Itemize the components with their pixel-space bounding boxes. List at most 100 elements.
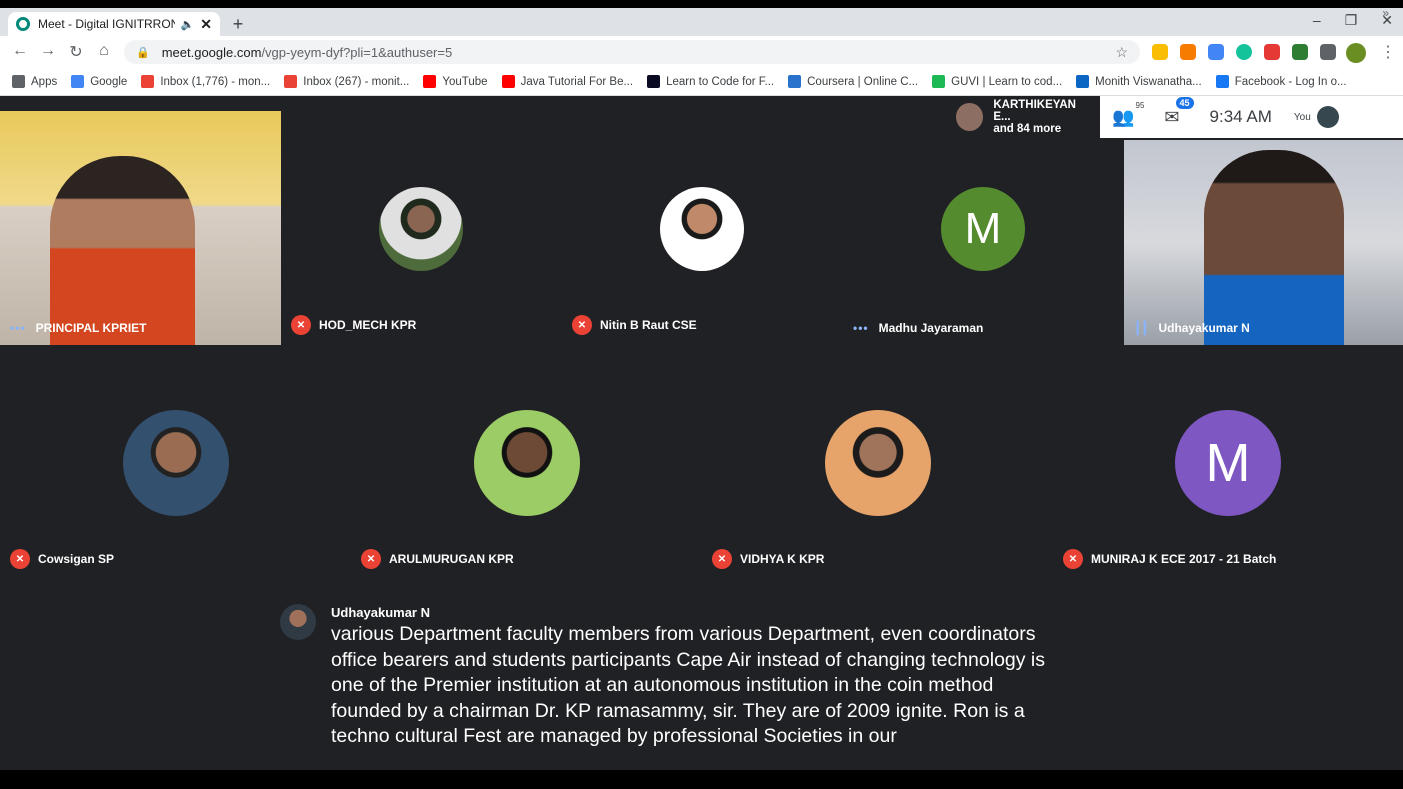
participant-letter-avatar: M (1175, 410, 1281, 516)
reload-icon[interactable]: ↻ (66, 42, 86, 62)
profile-avatar[interactable] (1346, 43, 1366, 63)
self-avatar[interactable] (1316, 106, 1339, 128)
caption-line: founded by a chairman Dr. KP ramasammy, … (331, 699, 1025, 722)
bookmark-item[interactable]: Coursera | Online C... (788, 75, 918, 88)
participant-name: VIDHYA K KPR (740, 552, 825, 566)
bookmark-label: Coursera | Online C... (807, 75, 919, 88)
presenter-avatar (956, 103, 984, 131)
caption-line: various Department faculty members from … (331, 623, 1036, 645)
participant-tile[interactable]: ┃┃ Udhayakumar N (1124, 140, 1403, 345)
participant-photo (660, 187, 744, 271)
participant-tile[interactable]: ✕ HOD_MECH KPR (281, 111, 562, 345)
forward-icon[interactable]: → (38, 42, 58, 60)
caption-speaker-avatar (280, 604, 316, 640)
participant-name: Cowsigan SP (38, 552, 115, 566)
participant-photo (123, 410, 229, 516)
participant-name: ARULMURUGAN KPR (389, 552, 514, 566)
presenter-chip[interactable]: KARTHIKEYAN E... and 84 more (950, 96, 1100, 138)
audio-playing-icon[interactable]: 🔈 (181, 18, 195, 31)
address-bar[interactable]: 🔒 meet.google.com/vgp-yeym-dyf?pli=1&aut… (124, 40, 1140, 64)
translate-extension-icon[interactable] (1208, 44, 1224, 60)
bookmark-label: Facebook - Log In o... (1234, 75, 1347, 88)
close-tab-icon[interactable]: ✕ (200, 16, 212, 33)
mic-off-icon: ✕ (10, 549, 30, 569)
participant-video (1204, 150, 1344, 345)
participant-tile[interactable]: ••• PRINCIPAL KPRIET (0, 111, 281, 345)
restore-icon[interactable]: ❐ (1345, 12, 1358, 29)
bookmark-item[interactable]: Google (71, 75, 127, 88)
chat-badge: 45 (1175, 96, 1194, 109)
bookmark-item[interactable]: Apps (12, 75, 57, 88)
presenter-name: KARTHIKEYAN E... (993, 99, 1076, 123)
bookmark-item[interactable]: Inbox (267) - monit... (284, 75, 409, 88)
home-icon[interactable]: ⌂ (94, 42, 114, 60)
people-icon[interactable]: 👥 95 (1112, 101, 1144, 128)
drive-extension-icon[interactable] (1152, 44, 1168, 60)
people-count: 95 (1135, 100, 1145, 110)
you-label: You (1293, 111, 1311, 123)
tab-strip: Meet - Digital IGNITRRON 2( 🔈 ✕ + – ❐ ✕ (0, 8, 1403, 36)
participant-name: MUNIRAJ K ECE 2017 - 21 Batch (1091, 552, 1277, 566)
bookmark-item[interactable]: Inbox (1,776) - mon... (141, 75, 270, 88)
mic-off-icon: ✕ (572, 315, 592, 335)
participant-nameplate: ✕ VIDHYA K KPR (712, 549, 824, 569)
participant-nameplate: ✕ Nitin B Raut CSE (572, 315, 697, 335)
bookmark-item[interactable]: Learn to Code for F... (647, 75, 774, 88)
participant-tile[interactable]: ✕ Cowsigan SP (0, 345, 351, 579)
extensions-puzzle-icon[interactable] (1320, 44, 1336, 60)
participant-tile[interactable]: ✕ Nitin B Raut CSE (562, 111, 843, 345)
youtube-icon (423, 75, 437, 88)
bookmark-item[interactable]: YouTube (423, 75, 488, 88)
participant-photo (474, 410, 580, 516)
more-bookmarks-icon[interactable]: » (1382, 6, 1389, 20)
chat-icon[interactable]: ✉ 45 (1164, 96, 1194, 128)
bookmark-label: Monith Viswanatha... (1095, 75, 1202, 88)
bookmark-label: Apps (31, 75, 58, 88)
bookmark-item[interactable]: Monith Viswanatha... (1076, 75, 1202, 88)
bottom-border (0, 770, 1403, 789)
participant-nameplate: ✕ Cowsigan SP (10, 549, 114, 569)
participant-tile[interactable]: ✕ ARULMURUGAN KPR (351, 345, 702, 579)
bookmark-star-icon[interactable]: ☆ (1115, 44, 1128, 61)
caption-line: office bearers and students participants… (331, 648, 1046, 671)
adblock-extension-icon[interactable] (1264, 44, 1280, 60)
lock-icon[interactable]: 🔒 (136, 46, 150, 59)
url-text[interactable]: meet.google.com/vgp-yeym-dyf?pli=1&authu… (162, 45, 1116, 60)
bookmark-item[interactable]: Facebook - Log In o... (1215, 75, 1347, 88)
browser-tab[interactable]: Meet - Digital IGNITRRON 2( 🔈 ✕ (8, 12, 220, 36)
participant-tile[interactable]: ✕ VIDHYA K KPR (702, 345, 1053, 579)
url-path: /vgp-yeym-dyf?pli=1&authuser=5 (261, 44, 453, 60)
clock-time: 9:34 AM (1209, 107, 1272, 126)
participant-tile[interactable]: M ••• Madhu Jayaraman (843, 111, 1124, 345)
menu-kebab-icon[interactable]: ⋮ (1380, 42, 1396, 62)
minimize-icon[interactable]: – (1313, 12, 1321, 29)
back-icon[interactable]: ← (10, 42, 30, 60)
speaking-dots-icon: ••• (10, 321, 26, 335)
participant-name: Nitin B Raut CSE (600, 318, 697, 332)
gmail-icon (141, 75, 155, 88)
participant-tile[interactable]: M ✕ MUNIRAJ K ECE 2017 - 21 Batch (1053, 345, 1403, 579)
participant-nameplate: ••• PRINCIPAL KPRIET (10, 321, 147, 335)
participant-nameplate: ✕ ARULMURUGAN KPR (361, 549, 514, 569)
participant-nameplate: ✕ HOD_MECH KPR (291, 315, 416, 335)
caption-text: various Department faculty members from … (331, 622, 1131, 750)
bookmarks-bar: Apps Google Inbox (1,776) - mon... Inbox (2… (0, 68, 1403, 96)
extension-icon[interactable] (1180, 44, 1196, 60)
participant-name: Udhayakumar N (1158, 321, 1250, 335)
youtube-icon (501, 75, 515, 88)
mic-off-icon: ✕ (291, 315, 311, 335)
download-extension-icon[interactable] (1292, 44, 1308, 60)
guvi-icon (932, 75, 946, 88)
coursera-icon (788, 75, 802, 88)
grammarly-extension-icon[interactable] (1236, 44, 1252, 60)
top-border (0, 0, 1403, 8)
meet-top-bar: 👥 95 ✉ 45 9:34 AM You (1100, 96, 1403, 138)
apps-grid-icon (12, 75, 25, 88)
bookmark-label: Inbox (267) - monit... (303, 75, 410, 88)
participant-name: PRINCIPAL KPRIET (35, 321, 147, 335)
facebook-icon (1215, 75, 1229, 88)
bookmark-item[interactable]: GUVI | Learn to cod... (932, 75, 1062, 88)
bookmark-item[interactable]: Java Tutorial For Be... (501, 75, 633, 88)
new-tab-button[interactable]: + (228, 14, 248, 34)
bookmark-label: Inbox (1,776) - mon... (160, 75, 271, 88)
